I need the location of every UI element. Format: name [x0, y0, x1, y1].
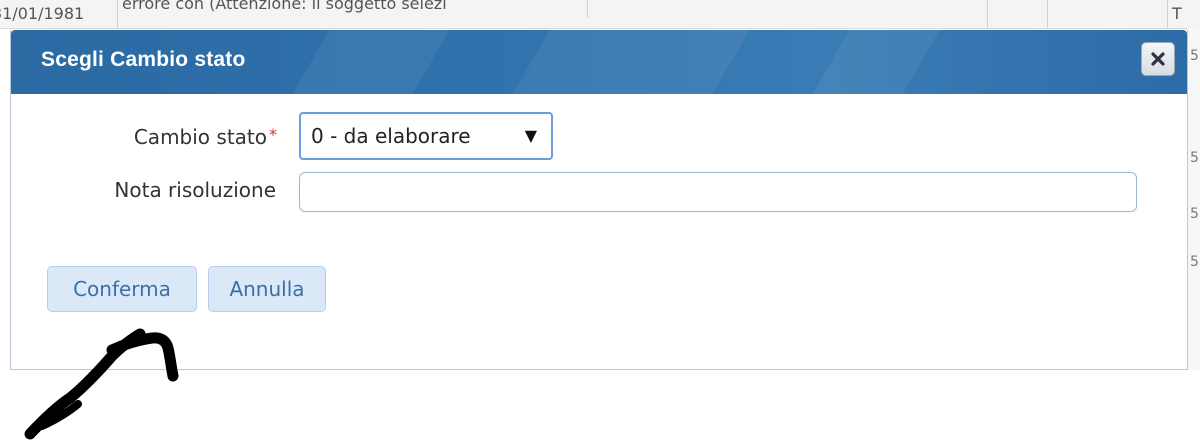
- cancel-button[interactable]: Annulla: [208, 266, 326, 312]
- dialog-titlebar[interactable]: Scegli Cambio stato: [11, 30, 1187, 94]
- grid-tick: 5: [1190, 48, 1199, 64]
- titlebar-decoration: [812, 30, 940, 94]
- grid-cell: 31/01/1981: [0, 0, 118, 28]
- status-change-label-text: Cambio stato: [133, 125, 267, 149]
- resolution-note-input[interactable]: [299, 172, 1137, 212]
- status-change-select[interactable]: 0 - da elaborare ▼: [299, 112, 553, 160]
- required-marker: *: [269, 125, 277, 144]
- grid-cell: errore con (Attenzione: il soggetto sele…: [118, 0, 588, 18]
- titlebar-decoration: [292, 30, 450, 94]
- grid-cell: [1048, 0, 1168, 28]
- grid-tick: 5: [1190, 206, 1199, 222]
- grid-cell: [988, 0, 1048, 28]
- grid-tick: 5: [1190, 150, 1199, 166]
- close-icon: [1150, 51, 1166, 67]
- status-change-label: Cambio stato *: [134, 125, 277, 149]
- grid-cell: T: [1168, 0, 1200, 28]
- change-status-dialog: Scegli Cambio stato Cambio stato * 0 - da…: [10, 30, 1188, 370]
- grid-cell: [588, 0, 988, 28]
- background-grid-row: 31/01/1981 errore con (Attenzione: il so…: [0, 0, 1200, 29]
- dropdown-arrow-icon: ▼: [524, 126, 537, 145]
- close-button[interactable]: [1141, 42, 1175, 76]
- dialog-title: Scegli Cambio stato: [41, 48, 246, 71]
- titlebar-decoration: [512, 30, 750, 94]
- background-grid-column: 5 5 5 5: [1186, 28, 1200, 370]
- status-change-selected-value: 0 - da elaborare: [311, 124, 471, 148]
- grid-tick: 5: [1190, 254, 1199, 270]
- resolution-note-label: Nota risoluzione: [114, 178, 276, 202]
- confirm-button[interactable]: Conferma: [47, 266, 197, 312]
